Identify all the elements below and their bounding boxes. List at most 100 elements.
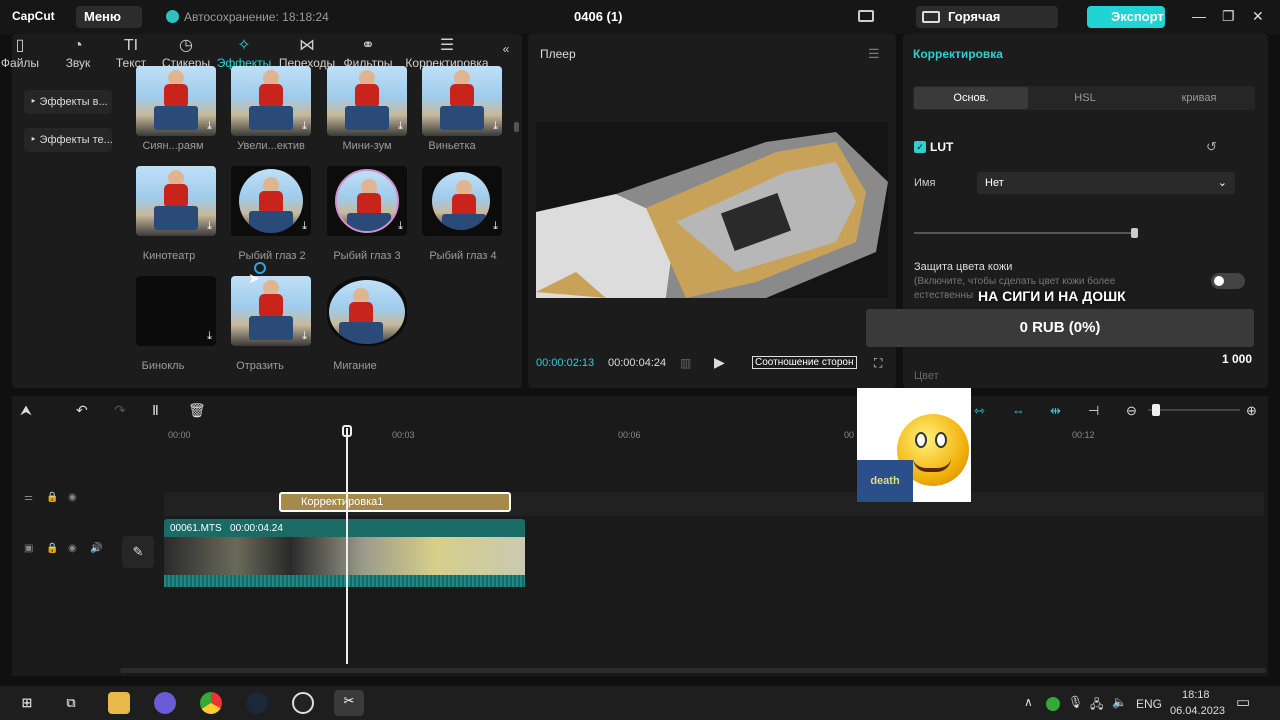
tab-stickers[interactable]: ◷ Стикеры	[156, 34, 216, 70]
collapse-icon[interactable]: «	[496, 42, 516, 56]
video-clip[interactable]: 00061.MTS 00:00:04.24	[164, 519, 525, 587]
taskbar	[0, 686, 1280, 720]
timeline-scrollbar[interactable]	[120, 668, 1266, 673]
tab-transitions[interactable]: ⋈ Переходы	[277, 34, 337, 70]
zoom-handle[interactable]	[1152, 404, 1160, 416]
track-adjust-icon: ⚌	[24, 492, 33, 503]
effect-thumb[interactable]: ⤓	[231, 66, 311, 136]
maximize-icon[interactable]: ❐	[1222, 8, 1235, 25]
video-preview[interactable]	[536, 122, 888, 298]
layout-icon[interactable]	[858, 10, 874, 22]
playhead[interactable]	[346, 428, 348, 664]
chrome-icon[interactable]	[200, 692, 222, 714]
effect-thumb[interactable]: ⤓	[422, 166, 502, 236]
effect-thumb[interactable]: ⤓	[231, 166, 311, 236]
effect-thumb[interactable]	[327, 276, 407, 346]
select-tool-icon[interactable]: ⮝	[20, 402, 32, 419]
lut-checkbox[interactable]: ✓	[914, 141, 926, 153]
file-explorer-icon[interactable]	[108, 692, 130, 714]
cover-edit-button[interactable]: ✎	[122, 536, 154, 568]
language-indicator[interactable]: ENG	[1136, 697, 1162, 711]
effect-thumb[interactable]: ⤓	[327, 66, 407, 136]
download-icon[interactable]: ⤓	[302, 330, 307, 343]
redo-icon[interactable]: ↷	[114, 402, 126, 419]
clock-time[interactable]: 18:18	[1182, 689, 1210, 701]
minimize-icon[interactable]: —	[1192, 8, 1206, 24]
lock-icon[interactable]: 🔒	[46, 543, 58, 554]
aspect-ratio-button[interactable]: Соотношение сторон	[752, 356, 857, 369]
task-view-icon[interactable]: ⧉	[60, 692, 82, 714]
tray-app-icon[interactable]	[1046, 697, 1060, 711]
delete-icon[interactable]: 🗑	[188, 402, 206, 419]
tab-filters[interactable]: ⚭ Фильтры	[338, 34, 398, 70]
effect-thumb[interactable]: ⤓	[136, 276, 216, 346]
time-tick: 00:12	[1072, 430, 1095, 440]
export-button[interactable]: Экспорт	[1087, 6, 1165, 28]
lock-icon[interactable]: 🔒	[46, 492, 58, 503]
tray-chevron-icon[interactable]: ∧	[1024, 695, 1033, 709]
download-icon[interactable]: ⤓	[398, 120, 403, 133]
capcut-taskbar-icon[interactable]: ✂	[334, 690, 364, 716]
preview-axis-icon[interactable]: ⇹	[1050, 403, 1061, 419]
mute-icon[interactable]: 🔊	[90, 543, 102, 554]
eye-icon[interactable]: ◉	[68, 492, 77, 503]
scrollbar[interactable]	[514, 122, 519, 132]
download-icon[interactable]: ⤓	[302, 120, 307, 133]
obs-icon[interactable]	[292, 692, 314, 714]
download-icon[interactable]: ⤓	[398, 220, 403, 233]
effect-thumb[interactable]: ⤓	[136, 66, 216, 136]
skin-protect-toggle[interactable]	[1211, 273, 1245, 289]
windows-start-icon[interactable]: ⊞	[16, 692, 38, 714]
segment-curve[interactable]: кривая	[1142, 87, 1256, 109]
download-icon[interactable]: ⤓	[207, 220, 212, 233]
tab-effects[interactable]: ✧ Эффекты	[214, 34, 274, 70]
volume-icon[interactable]: 🔈	[1112, 695, 1127, 709]
tab-audio[interactable]: ◔ Звук	[48, 34, 108, 70]
notifications-icon[interactable]: ▭	[1236, 693, 1250, 711]
zoom-out-icon[interactable]: ⊖	[1126, 403, 1137, 419]
tab-files[interactable]: ▯ Файлы	[0, 34, 50, 70]
eye-icon[interactable]: ◉	[68, 543, 77, 554]
fullscreen-icon[interactable]: ⛶	[874, 356, 882, 371]
close-icon[interactable]: ✕	[1252, 8, 1264, 25]
sidebar-item-body-effects[interactable]: ‣ Эффекты те...	[24, 128, 112, 152]
segment-hsl[interactable]: HSL	[1028, 87, 1142, 109]
clock-date[interactable]: 06.04.2023	[1170, 705, 1225, 717]
effect-label: Сиян...раям	[142, 140, 204, 152]
lut-intensity-slider[interactable]	[914, 232, 1136, 234]
download-icon[interactable]: ⤓	[493, 220, 498, 233]
link-icon[interactable]: ⇔	[1012, 403, 1025, 418]
effect-thumb[interactable]: ⤓	[327, 166, 407, 236]
tab-adjustment[interactable]: ☰ Корректировка	[402, 34, 492, 70]
play-icon[interactable]: ▶	[714, 354, 725, 371]
sidebar-item-video-effects[interactable]: ‣ Эффекты в...	[24, 90, 112, 114]
download-icon[interactable]: ⤓	[207, 330, 212, 343]
playhead-handle[interactable]	[342, 425, 352, 437]
discord-icon[interactable]	[154, 692, 176, 714]
microphone-icon[interactable]: 🎙	[1068, 695, 1083, 709]
player-menu-icon[interactable]: ☰	[868, 46, 880, 62]
align-icon[interactable]: ⊣	[1088, 403, 1099, 419]
download-icon[interactable]: ⤓	[302, 220, 307, 233]
tab-text[interactable]: TI Текст	[101, 34, 161, 70]
download-icon[interactable]: ⤓	[493, 120, 498, 133]
adjustment-clip[interactable]: Корректировка1	[279, 492, 511, 512]
zoom-in-icon[interactable]: ⊕	[1246, 403, 1257, 419]
slider-handle[interactable]	[1131, 228, 1138, 238]
effect-thumb[interactable]: ⤓	[422, 66, 502, 136]
snap-icon[interactable]: ⇿	[974, 403, 985, 419]
effect-thumb[interactable]: ⤓	[231, 276, 311, 346]
undo-icon[interactable]: ↶	[76, 402, 88, 419]
reset-icon[interactable]: ↺	[1206, 139, 1217, 155]
lut-select[interactable]: Нет ⌄	[977, 172, 1235, 194]
menu-button[interactable]: Меню	[76, 6, 142, 28]
segment-basic[interactable]: Основ.	[914, 87, 1028, 109]
effect-thumb[interactable]: ⤓	[136, 166, 216, 236]
zoom-slider[interactable]	[1148, 409, 1240, 411]
network-icon[interactable]: 🖧	[1090, 695, 1103, 716]
download-icon[interactable]: ⤓	[207, 120, 212, 133]
effect-label: Увели...ектив	[237, 140, 305, 152]
split-icon[interactable]: Ⅱ	[152, 402, 159, 419]
steam-icon[interactable]	[246, 692, 268, 714]
grid-icon[interactable]: ▥	[680, 356, 691, 370]
